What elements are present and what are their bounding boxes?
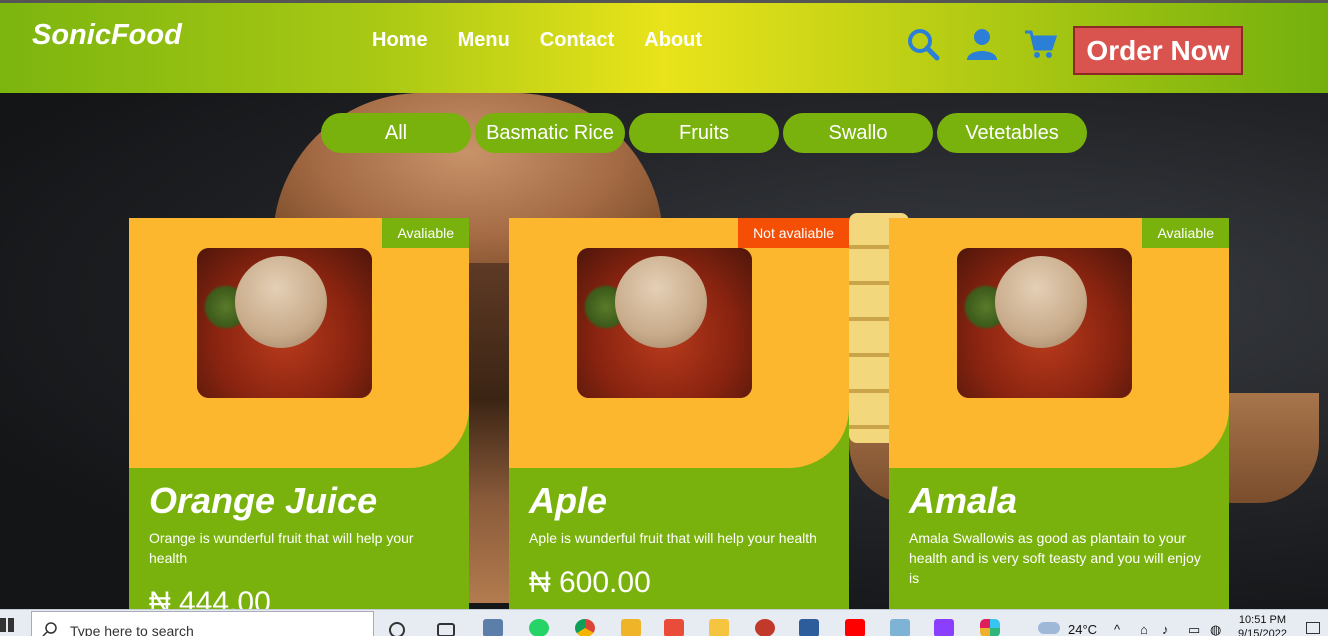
cortana-icon[interactable]	[389, 622, 405, 636]
chrome-icon[interactable]	[575, 619, 595, 636]
browser-app-icon[interactable]	[755, 619, 775, 636]
food-image	[577, 248, 752, 398]
availability-badge: Avaliable	[382, 218, 469, 248]
windows-taskbar: Type here to search 24°C ^ ⌂ ♪ ▭ ◍ 10:51…	[0, 609, 1328, 636]
git-app-icon[interactable]	[664, 619, 684, 636]
visual-studio-icon[interactable]	[934, 619, 954, 636]
windows-start-icon[interactable]	[0, 618, 14, 632]
food-image	[957, 248, 1132, 398]
nav-contact[interactable]: Contact	[540, 29, 614, 52]
food-title: Orange Juice	[149, 480, 378, 521]
site-header: SonicFood Home Menu Contact About Order …	[0, 0, 1328, 93]
food-description: Orange is wunderful fruit that will help…	[149, 530, 414, 566]
food-description: Aple is wunderful fruit that will help y…	[529, 530, 817, 546]
notes-app-icon[interactable]	[890, 619, 910, 636]
files-app-icon[interactable]	[621, 619, 641, 636]
weather-cloud-icon[interactable]	[1038, 622, 1060, 634]
food-price: ₦ 600.00	[529, 566, 651, 599]
food-card[interactable]: Avaliable Orange Juice Orange is wunderf…	[129, 218, 469, 618]
filter-basmatic-rice[interactable]: Basmatic Rice	[475, 113, 625, 153]
food-image	[197, 248, 372, 398]
food-title: Aple	[529, 480, 608, 521]
filter-fruits[interactable]: Fruits	[629, 113, 779, 153]
camera-app-icon[interactable]	[483, 619, 503, 636]
system-clock[interactable]: 10:51 PM 9/15/2022	[1238, 613, 1287, 636]
clock-time: 10:51 PM	[1238, 614, 1287, 626]
nav-home[interactable]: Home	[372, 29, 428, 52]
youtube-icon[interactable]	[845, 619, 865, 636]
nav-about[interactable]: About	[644, 29, 702, 52]
logo[interactable]: SonicFood	[32, 19, 182, 52]
search-icon[interactable]	[906, 27, 940, 61]
main-nav: Home Menu Contact About	[372, 29, 702, 52]
user-icon[interactable]	[965, 27, 999, 61]
availability-badge: Avaliable	[1142, 218, 1229, 248]
search-icon	[42, 622, 57, 636]
whatsapp-icon[interactable]	[529, 619, 549, 636]
volume-icon[interactable]: ♪	[1162, 622, 1169, 636]
nav-menu[interactable]: Menu	[458, 29, 510, 52]
availability-badge: Not avaliable	[738, 218, 849, 248]
clock-date: 9/15/2022	[1238, 628, 1287, 636]
language-globe-icon[interactable]: ◍	[1210, 622, 1221, 636]
filter-swallo[interactable]: Swallo	[783, 113, 933, 153]
order-now-button[interactable]: Order Now	[1073, 26, 1243, 75]
network-icon[interactable]: ⌂	[1140, 622, 1148, 636]
chevron-up-icon[interactable]: ^	[1114, 622, 1120, 636]
food-card[interactable]: Avaliable Amala Amala Swallowis as good …	[889, 218, 1229, 618]
battery-icon[interactable]: ▭	[1188, 622, 1200, 636]
search-placeholder: Type here to search	[70, 623, 194, 636]
filter-all[interactable]: All	[321, 113, 471, 153]
file-explorer-icon[interactable]	[709, 619, 729, 636]
slack-icon[interactable]	[980, 619, 1000, 636]
category-filters: All Basmatic Rice Fruits Swallo Vetetabl…	[321, 113, 1087, 153]
monitor-app-icon[interactable]	[799, 619, 819, 636]
filter-vetetables[interactable]: Vetetables	[937, 113, 1087, 153]
cart-icon[interactable]	[1023, 27, 1057, 61]
notification-icon[interactable]	[1306, 622, 1320, 634]
food-description: Amala Swallowis as good as plantain to y…	[909, 530, 1201, 586]
weather-temp[interactable]: 24°C	[1068, 622, 1097, 636]
food-title: Amala	[909, 480, 1018, 521]
task-view-icon[interactable]	[437, 623, 455, 636]
food-card[interactable]: Not avaliable Aple Aple is wunderful fru…	[509, 218, 849, 618]
taskbar-search-input[interactable]: Type here to search	[31, 611, 374, 636]
